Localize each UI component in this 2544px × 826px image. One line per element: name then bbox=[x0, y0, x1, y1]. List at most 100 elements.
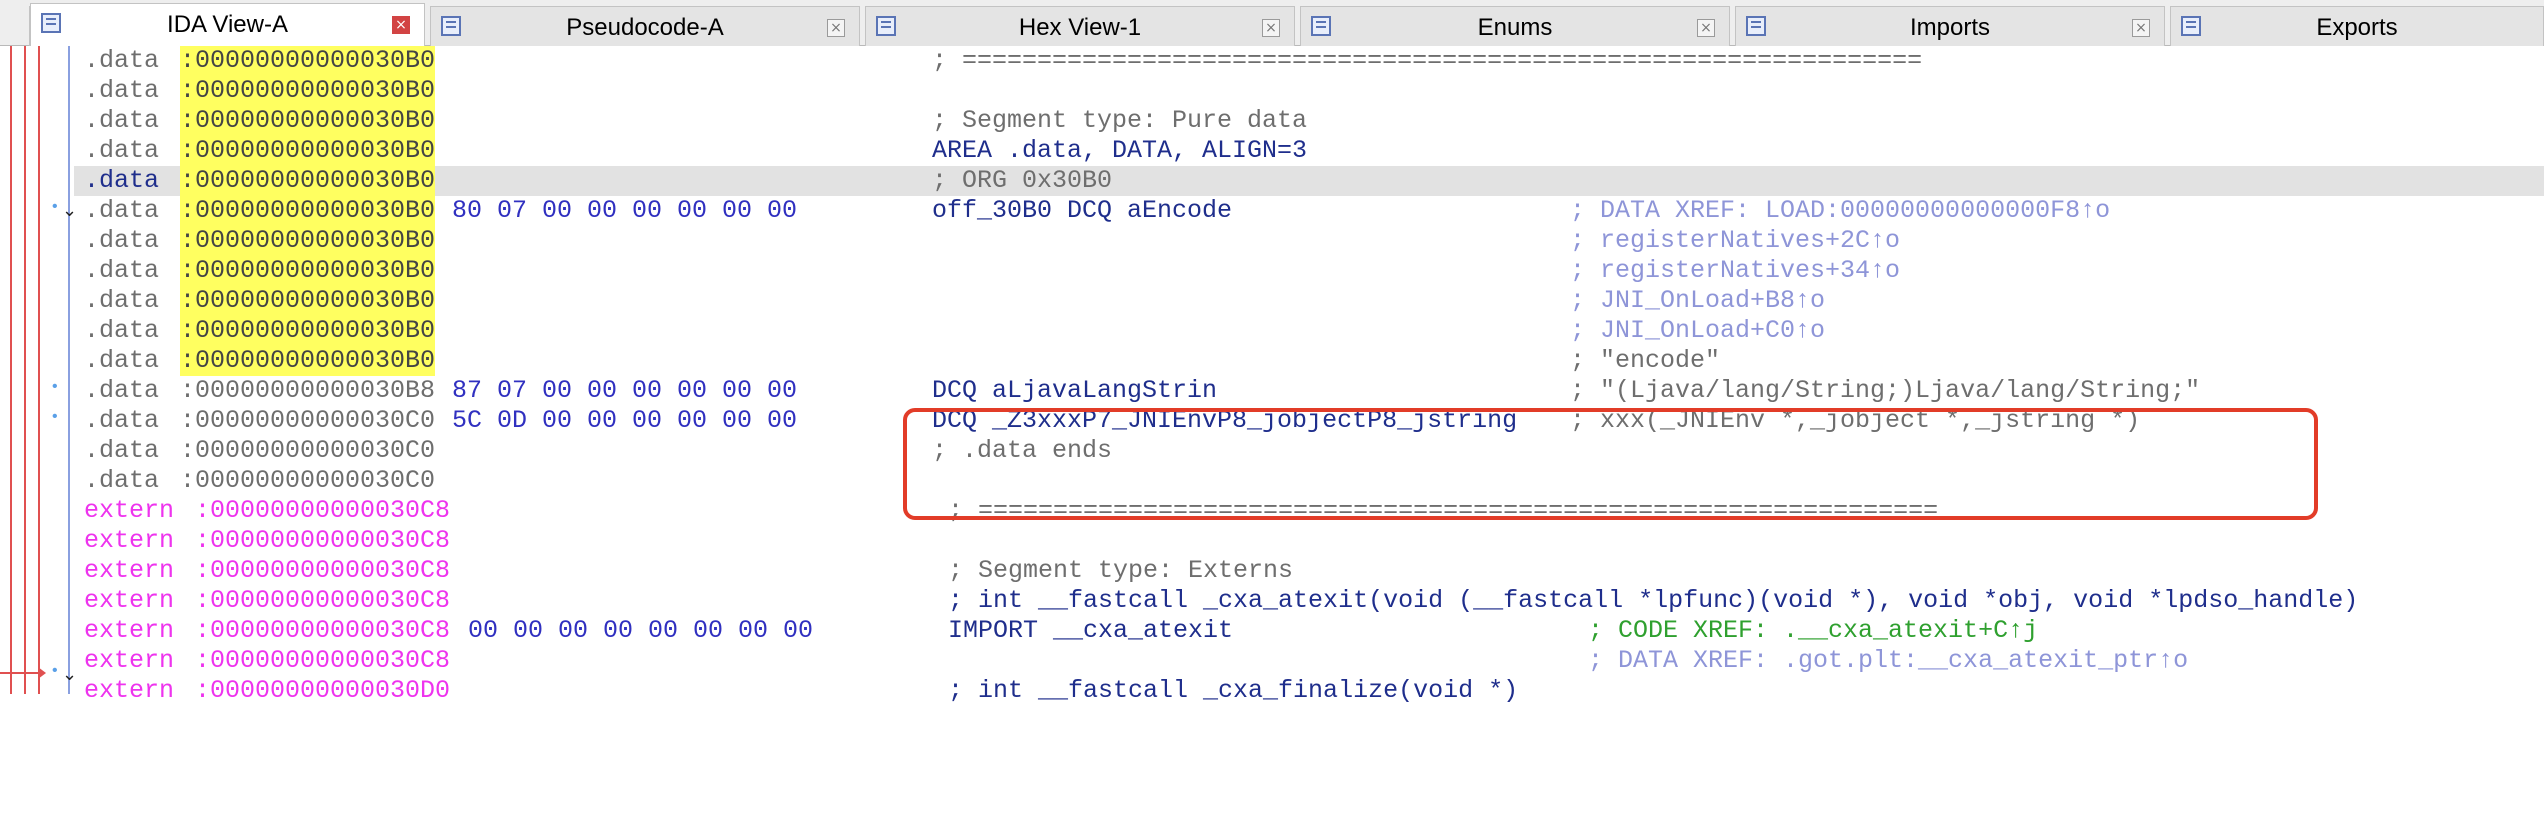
listing-row[interactable]: .data :00000000000030B0 ; Segment type: … bbox=[74, 106, 2544, 136]
close-icon[interactable]: × bbox=[1262, 19, 1280, 37]
segment-name: extern bbox=[84, 616, 175, 645]
instruction[interactable]: IMPORT __cxa_atexit bbox=[948, 616, 1233, 646]
xref-comment[interactable]: ; registerNatives+2C↑o bbox=[1570, 226, 1900, 256]
instruction[interactable]: DCQ aLjavaLangStrin bbox=[932, 376, 1217, 406]
listing-row[interactable]: extern :00000000000030C8 bbox=[74, 526, 2544, 556]
listing-row[interactable]: .data :00000000000030B0 bbox=[74, 76, 2544, 106]
function-prototype[interactable]: ; int __fastcall _cxa_finalize(void *) bbox=[948, 676, 1518, 706]
address[interactable]: :00000000000030B0 bbox=[180, 136, 436, 166]
listing-row[interactable]: .data :00000000000030B0 ; ==============… bbox=[74, 46, 2544, 76]
string-comment: ; "encode" bbox=[1570, 346, 1721, 375]
instruction[interactable]: ; ORG 0x30B0 bbox=[932, 166, 1112, 196]
xref-comment[interactable]: ; JNI_OnLoad+B8↑o bbox=[1570, 286, 1825, 316]
xref-comment[interactable]: ; registerNatives+34↑o bbox=[1570, 256, 1900, 286]
instruction[interactable]: ; .data ends bbox=[932, 436, 1112, 466]
bullet-dot-icon: • bbox=[50, 198, 60, 216]
listing-row-current[interactable]: .data :00000000000030B0 ; ORG 0x30B0 bbox=[74, 166, 2544, 196]
tab-label: Pseudocode-A bbox=[566, 14, 724, 41]
address[interactable]: :00000000000030B0 bbox=[180, 256, 436, 286]
listing-row[interactable]: .data :00000000000030B0 ; registerNative… bbox=[74, 256, 2544, 286]
listing-row[interactable]: .data :00000000000030B0 ; JNI_OnLoad+C0↑… bbox=[74, 316, 2544, 346]
instruction[interactable]: off_30B0 DCQ aEncode bbox=[932, 196, 1232, 226]
listing-row[interactable]: extern :00000000000030C8 ; DATA XREF: .g… bbox=[74, 646, 2544, 676]
address[interactable]: :00000000000030B8 bbox=[180, 376, 435, 406]
tab-bar: IDA View-A × Pseudocode-A × Hex View-1 ×… bbox=[0, 0, 2544, 47]
address[interactable]: :00000000000030C0 bbox=[180, 436, 435, 466]
xref-comment[interactable]: ; CODE XREF: .__cxa_atexit+C↑j bbox=[1588, 616, 2038, 646]
listing-row[interactable]: .data :00000000000030B0 AREA .data, DATA… bbox=[74, 136, 2544, 166]
bullet-dot-icon: • bbox=[50, 408, 60, 426]
address[interactable]: :00000000000030C8 bbox=[195, 586, 450, 616]
segment-name: .data bbox=[84, 256, 160, 285]
listing-row[interactable]: .data :00000000000030B8 87 07 00 00 00 0… bbox=[74, 376, 2544, 406]
listing-row[interactable]: extern :00000000000030C8 ; int __fastcal… bbox=[74, 586, 2544, 616]
address[interactable]: :00000000000030B0 bbox=[180, 346, 436, 376]
address[interactable]: :00000000000030B0 bbox=[180, 166, 436, 196]
close-icon[interactable]: × bbox=[1697, 19, 1715, 37]
address[interactable]: :00000000000030B0 bbox=[180, 106, 436, 136]
byte-dump: 00 00 00 00 00 00 00 00 bbox=[468, 616, 814, 645]
close-icon[interactable]: × bbox=[2132, 19, 2150, 37]
xref-comment[interactable]: ; JNI_OnLoad+C0↑o bbox=[1570, 316, 1825, 346]
close-icon[interactable]: × bbox=[392, 16, 410, 34]
instruction[interactable]: ; ======================================… bbox=[948, 496, 1938, 526]
segment-name: .data bbox=[84, 406, 160, 435]
address[interactable]: :00000000000030B0 bbox=[180, 76, 436, 106]
listing-row[interactable]: .data :00000000000030B0 ; registerNative… bbox=[74, 226, 2544, 256]
byte-dump: 5C 0D 00 00 00 00 00 00 bbox=[452, 406, 798, 435]
tab-pseudocode-a[interactable]: Pseudocode-A × bbox=[430, 6, 860, 46]
listing-row[interactable]: extern :00000000000030C8 ; =============… bbox=[74, 496, 2544, 526]
close-icon[interactable]: × bbox=[827, 19, 845, 37]
segment-name: .data bbox=[84, 166, 160, 195]
listing-row[interactable]: .data :00000000000030B0 ; "encode" bbox=[74, 346, 2544, 376]
address[interactable]: :00000000000030C0 bbox=[180, 406, 435, 436]
address[interactable]: :00000000000030C8 bbox=[195, 616, 450, 646]
tab-enums[interactable]: Enums × bbox=[1300, 6, 1730, 46]
address[interactable]: :00000000000030B0 bbox=[180, 316, 436, 346]
listing-row[interactable]: .data :00000000000030C0 ; .data ends bbox=[74, 436, 2544, 466]
instruction[interactable]: ; ======================================… bbox=[932, 46, 1922, 76]
address[interactable]: :00000000000030C8 bbox=[195, 526, 450, 556]
listing-row[interactable]: .data :00000000000030C0 bbox=[74, 466, 2544, 496]
listing-row[interactable]: .data :00000000000030B0 80 07 00 00 00 0… bbox=[74, 196, 2544, 226]
instruction[interactable]: ; Segment type: Externs bbox=[948, 556, 1293, 586]
tab-ida-view-a[interactable]: IDA View-A × bbox=[30, 3, 425, 47]
listing-row[interactable]: extern :00000000000030C8 ; Segment type:… bbox=[74, 556, 2544, 586]
xref-comment[interactable]: ; DATA XREF: .got.plt:__cxa_atexit_ptr↑o bbox=[1588, 646, 2188, 676]
listing-row[interactable]: extern :00000000000030C8 00 00 00 00 00 … bbox=[74, 616, 2544, 646]
tab-hex-view-1[interactable]: Hex View-1 × bbox=[865, 6, 1295, 46]
jump-arrow-line bbox=[38, 46, 40, 694]
segment-name: extern bbox=[84, 676, 175, 705]
listing-row[interactable]: .data :00000000000030B0 ; JNI_OnLoad+B8↑… bbox=[74, 286, 2544, 316]
tab-exports[interactable]: Exports bbox=[2170, 6, 2544, 46]
jump-arrow-line bbox=[10, 46, 12, 694]
address[interactable]: :00000000000030B0 bbox=[180, 286, 436, 316]
instruction[interactable]: DCQ _Z3xxxP7_JNIEnvP8_jobjectP8_jstring bbox=[932, 406, 1517, 436]
listing-row[interactable]: extern :00000000000030D0 ; int __fastcal… bbox=[74, 676, 2544, 706]
address[interactable]: :00000000000030C8 bbox=[195, 556, 450, 586]
bullet-dot-icon: • bbox=[50, 662, 60, 680]
address[interactable]: :00000000000030B0 bbox=[180, 226, 436, 256]
address[interactable]: :00000000000030D0 bbox=[195, 676, 450, 706]
tab-label: Hex View-1 bbox=[1018, 14, 1142, 41]
segment-name: .data bbox=[84, 346, 160, 375]
tab-imports[interactable]: Imports × bbox=[1735, 6, 2165, 46]
xref-comment[interactable]: ; DATA XREF: LOAD:00000000000000F8↑o bbox=[1570, 196, 2110, 226]
address[interactable]: :00000000000030B0 bbox=[180, 196, 436, 226]
segment-name: .data bbox=[84, 106, 160, 135]
address[interactable]: :00000000000030C0 bbox=[180, 466, 435, 496]
jump-arrow-head bbox=[0, 667, 46, 679]
tab-label: IDA View-A bbox=[167, 11, 288, 38]
disassembly-listing[interactable]: .data :00000000000030B0 ; ==============… bbox=[74, 46, 2544, 705]
listing-row[interactable]: .data :00000000000030C0 5C 0D 00 00 00 0… bbox=[74, 406, 2544, 436]
segment-name: extern bbox=[84, 646, 175, 675]
jump-arrow-line bbox=[24, 46, 26, 694]
segment-name: .data bbox=[84, 46, 160, 75]
segment-name: .data bbox=[84, 376, 160, 405]
instruction[interactable]: ; Segment type: Pure data bbox=[932, 106, 1307, 136]
address[interactable]: :00000000000030B0 bbox=[180, 46, 436, 76]
function-prototype[interactable]: ; int __fastcall _cxa_atexit(void (__fas… bbox=[948, 586, 2358, 616]
address[interactable]: :00000000000030C8 bbox=[195, 496, 450, 526]
instruction[interactable]: AREA .data, DATA, ALIGN=3 bbox=[932, 136, 1307, 166]
address[interactable]: :00000000000030C8 bbox=[195, 646, 450, 676]
